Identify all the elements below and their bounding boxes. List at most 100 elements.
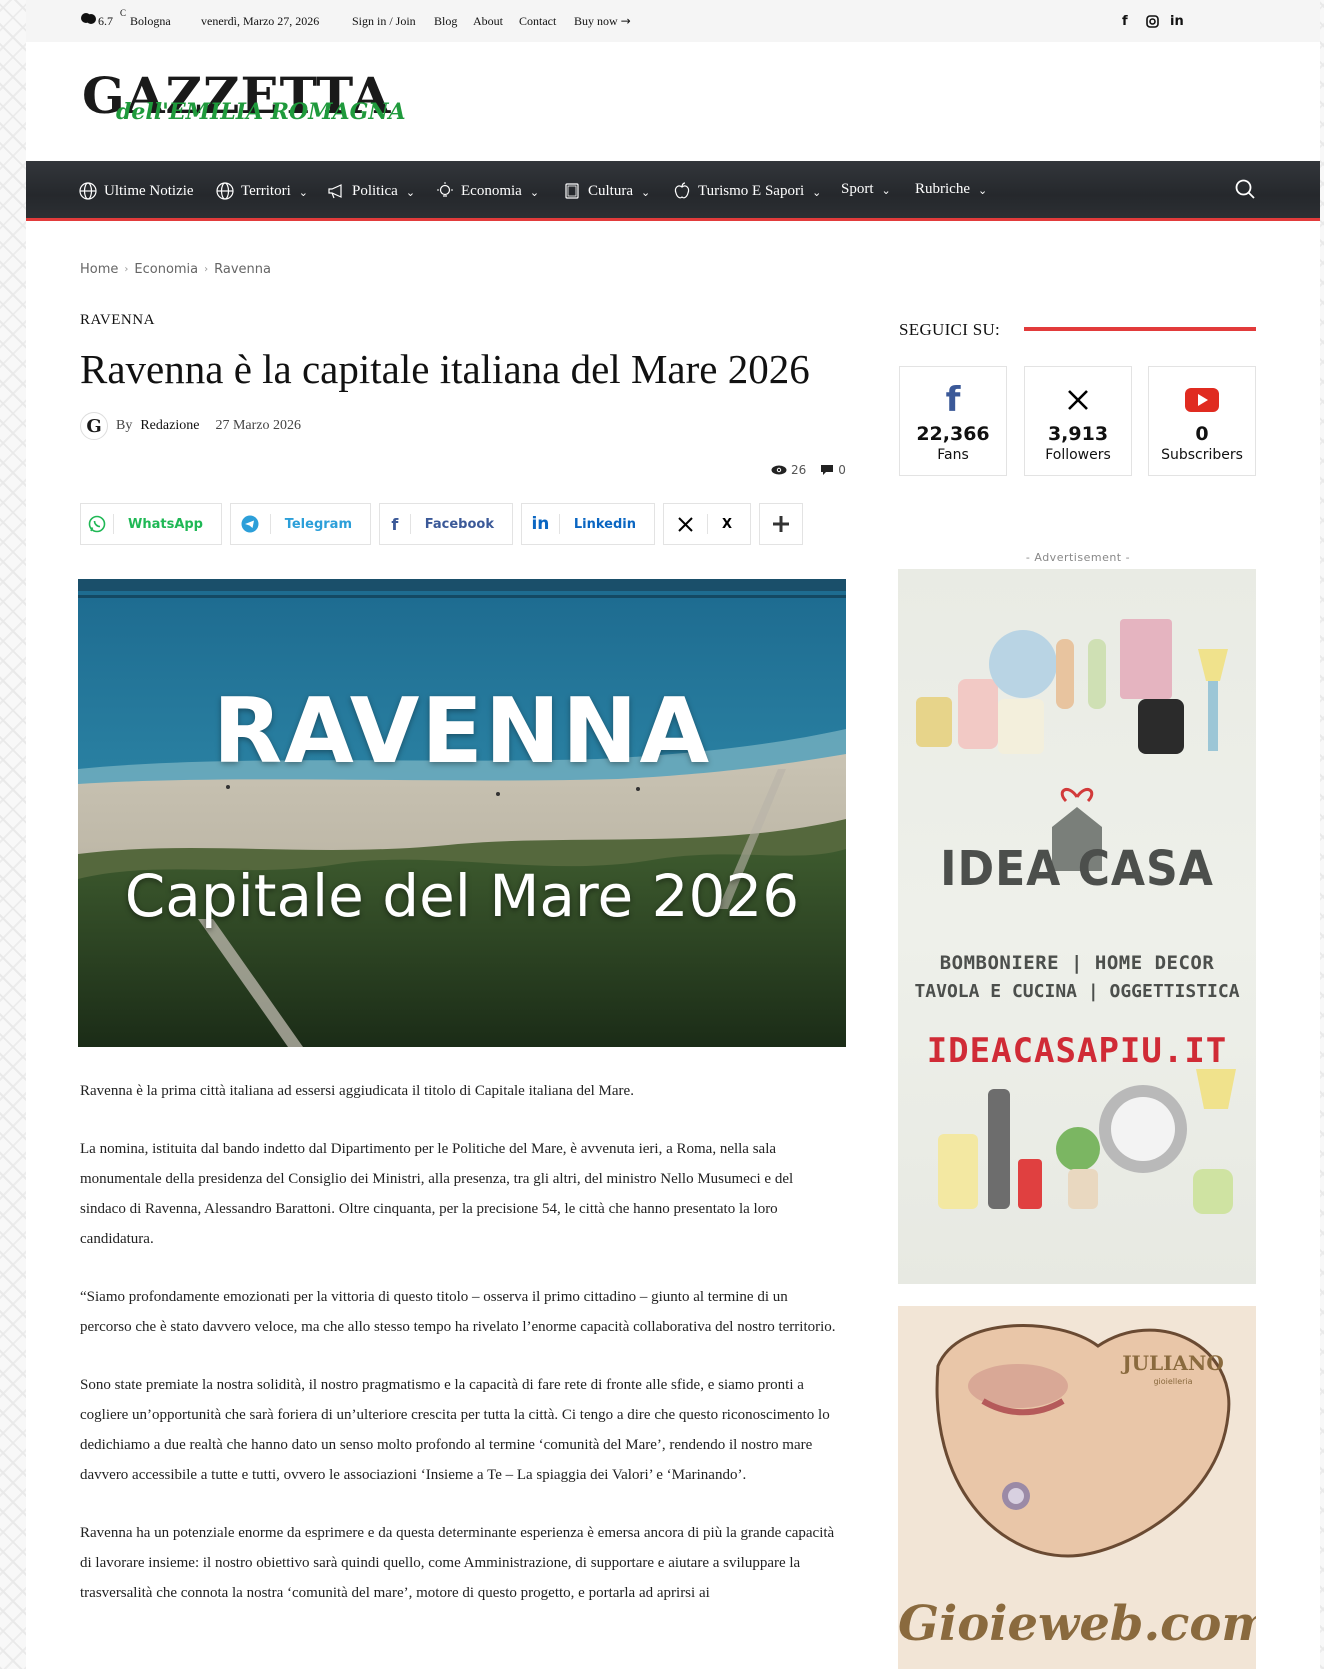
apple-icon bbox=[674, 182, 690, 199]
follow-label: Fans bbox=[937, 447, 969, 463]
ad-ideacasa-artwork bbox=[916, 619, 1236, 1214]
background-pattern-left bbox=[0, 0, 26, 1669]
chevron-down-icon: ⌄ bbox=[881, 184, 891, 197]
comments-count[interactable]: 0 bbox=[820, 463, 846, 477]
nav-item-rubriche[interactable]: Rubriche ⌄ bbox=[915, 181, 987, 198]
share-buttons: WhatsApp Telegram f Facebook in Linkedin… bbox=[80, 503, 803, 545]
ad-gioieweb[interactable]: JULIANO gioielleria Gioieweb.com bbox=[898, 1306, 1256, 1669]
top-bar: 6.7 C Bologna venerdì, Marzo 27, 2026 Si… bbox=[26, 0, 1320, 42]
globe-icon bbox=[216, 182, 234, 200]
follow-youtube[interactable]: 0 Subscribers bbox=[1148, 366, 1256, 476]
x-icon bbox=[1025, 379, 1131, 421]
article-paragraph: Sono state premiate la nostra solidità, … bbox=[80, 1377, 830, 1483]
current-date: venerdì, Marzo 27, 2026 bbox=[201, 14, 320, 28]
share-label: Telegram bbox=[284, 516, 352, 532]
follow-facebook[interactable]: f 22,366 Fans bbox=[899, 366, 1007, 476]
share-label: WhatsApp bbox=[128, 516, 203, 532]
nav-label: Ultime Notizie bbox=[104, 182, 194, 199]
arrow-right-icon: → bbox=[620, 14, 631, 28]
nav-item-sport[interactable]: Sport ⌄ bbox=[841, 181, 891, 198]
site-logo[interactable]: GAZZETTA dell'EMILIA ROMAGNA bbox=[82, 70, 406, 130]
facebook-icon: f bbox=[380, 514, 411, 534]
share-label: X bbox=[721, 516, 732, 532]
ad-ideacasa-line1: BOMBONIERE | HOME DECOR bbox=[939, 952, 1215, 974]
buy-now-label: Buy now bbox=[574, 14, 618, 28]
nav-item-cultura[interactable]: Cultura ⌄ bbox=[562, 181, 650, 201]
ad-ideacasa[interactable]: IDEA CASA BOMBONIERE | HOME DECOR TAVOLA… bbox=[898, 569, 1256, 1284]
views-value: 26 bbox=[791, 463, 807, 477]
ad-ideacasa-brand: IDEA CASA bbox=[940, 841, 1214, 897]
avatar[interactable]: G bbox=[80, 412, 108, 440]
linkedin-icon[interactable]: in bbox=[1170, 14, 1184, 29]
globe-icon bbox=[79, 182, 97, 200]
ad-gioieweb-site: Gioieweb.com bbox=[898, 1596, 1256, 1652]
share-linkedin-button[interactable]: in Linkedin bbox=[521, 503, 655, 545]
page: 6.7 C Bologna venerdì, Marzo 27, 2026 Si… bbox=[26, 0, 1320, 1669]
follow-x[interactable]: 3,913 Followers bbox=[1024, 366, 1132, 476]
nav-label: Rubriche bbox=[915, 181, 970, 197]
megaphone-icon bbox=[328, 184, 342, 199]
youtube-icon bbox=[1149, 379, 1255, 421]
search-icon[interactable] bbox=[1234, 178, 1256, 200]
chevron-down-icon: ⌄ bbox=[298, 185, 308, 199]
chevron-down-icon: ⌄ bbox=[641, 185, 651, 199]
comments-value: 0 bbox=[838, 463, 846, 477]
article-body: Ravenna è la prima città italiana ad ess… bbox=[80, 1076, 840, 1636]
article-stats: 26 0 bbox=[771, 463, 846, 477]
top-link-contact[interactable]: Contact bbox=[519, 14, 556, 29]
breadcrumb: Home › Economia › Ravenna bbox=[80, 262, 271, 277]
eye-icon bbox=[771, 465, 787, 475]
nav-item-turismo-e-sapori[interactable]: Turismo E Sapori ⌄ bbox=[672, 181, 821, 201]
nav-item-politica[interactable]: Politica ⌄ bbox=[326, 181, 415, 201]
chevron-down-icon: ⌄ bbox=[812, 185, 822, 199]
buy-now-link[interactable]: Buy now → bbox=[574, 14, 631, 29]
share-facebook-button[interactable]: f Facebook bbox=[379, 503, 513, 545]
temperature-unit: C bbox=[120, 8, 127, 18]
article-date: 27 Marzo 2026 bbox=[215, 418, 301, 433]
temperature: 6.7 bbox=[98, 14, 113, 28]
views-count: 26 bbox=[771, 463, 806, 477]
nav-item-ultime-notizie[interactable]: Ultime Notizie bbox=[78, 181, 194, 201]
ad-ideacasa-line2: TAVOLA E CUCINA | OGGETTISTICA bbox=[914, 981, 1240, 1002]
follow-label: Subscribers bbox=[1161, 447, 1243, 463]
share-x-button[interactable]: X bbox=[663, 503, 751, 545]
advertisement-label: - Advertisement - bbox=[1025, 551, 1131, 564]
author-by-label: By bbox=[116, 418, 133, 433]
nav-item-economia[interactable]: Economia ⌄ bbox=[435, 181, 539, 201]
hero-subtitle: Capitale del Mare 2026 bbox=[124, 862, 800, 930]
nav-label: Cultura bbox=[588, 182, 633, 199]
linkedin-icon: in bbox=[522, 514, 560, 534]
article-category[interactable]: RAVENNA bbox=[80, 312, 155, 329]
logo-sub-text: dell'EMILIA ROMAGNA bbox=[116, 99, 406, 125]
nav-item-territori[interactable]: Territori ⌄ bbox=[215, 181, 308, 201]
share-more-button[interactable] bbox=[759, 503, 803, 545]
telegram-icon bbox=[231, 514, 271, 534]
share-label: Facebook bbox=[424, 516, 494, 532]
breadcrumb-economia[interactable]: Economia bbox=[134, 262, 198, 277]
breadcrumb-home[interactable]: Home bbox=[80, 262, 118, 277]
signin-link[interactable]: Sign in / Join bbox=[352, 14, 416, 29]
comment-icon bbox=[821, 465, 834, 475]
top-link-about[interactable]: About bbox=[473, 14, 503, 29]
breadcrumb-ravenna[interactable]: Ravenna bbox=[214, 262, 271, 277]
chevron-down-icon: ⌄ bbox=[529, 185, 540, 199]
author-row: G By Redazione 27 Marzo 2026 bbox=[80, 412, 301, 440]
follow-count: 0 bbox=[1195, 423, 1209, 445]
ad-gioieweb-brand: JULIANO bbox=[1122, 1351, 1224, 1375]
instagram-icon[interactable] bbox=[1146, 15, 1159, 28]
book-icon bbox=[565, 183, 579, 199]
breadcrumb-separator-icon: › bbox=[204, 264, 209, 275]
follow-divider bbox=[1024, 327, 1256, 331]
share-whatsapp-button[interactable]: WhatsApp bbox=[80, 503, 222, 545]
article-paragraph: Ravenna è la prima città italiana ad ess… bbox=[80, 1083, 634, 1099]
nav-label: Economia bbox=[461, 182, 522, 199]
ad-gioieweb-brand-sub: gioielleria bbox=[1153, 1377, 1193, 1386]
plus-icon bbox=[773, 516, 789, 532]
author-name[interactable]: Redazione bbox=[140, 418, 199, 434]
share-telegram-button[interactable]: Telegram bbox=[230, 503, 371, 545]
article-paragraph: La nomina, istituita dal bando indetto d… bbox=[80, 1141, 794, 1247]
chevron-down-icon: ⌄ bbox=[977, 184, 988, 197]
top-link-blog[interactable]: Blog bbox=[434, 14, 457, 29]
weather-icon bbox=[81, 13, 96, 24]
facebook-icon[interactable]: f bbox=[1122, 14, 1128, 29]
